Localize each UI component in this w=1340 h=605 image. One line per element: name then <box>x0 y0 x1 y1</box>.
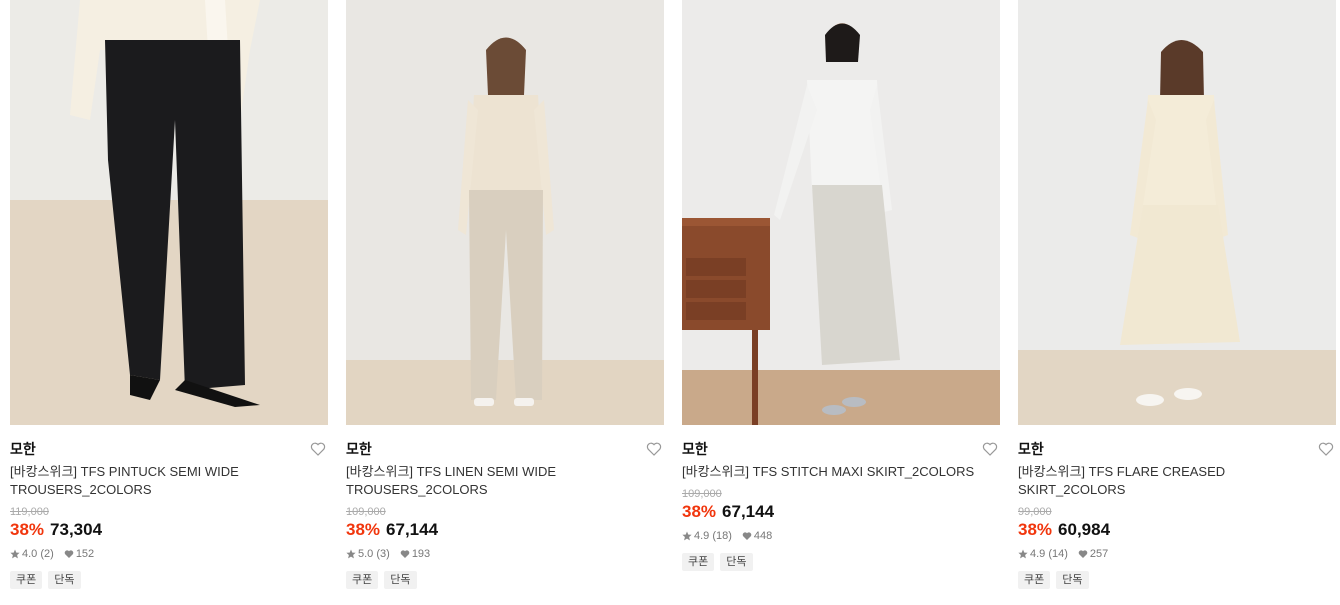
heart-outline-icon[interactable] <box>1318 441 1334 457</box>
original-price: 109,000 <box>346 506 386 518</box>
sale-price: 73,304 <box>50 520 103 539</box>
heart-filled-icon <box>742 531 752 541</box>
heart-outline-icon[interactable] <box>982 441 998 457</box>
heart-outline-icon[interactable] <box>646 441 662 457</box>
like-count: 257 <box>1089 548 1109 560</box>
product-meta: 4.9 (14) 257 <box>1018 547 1336 561</box>
tag-coupon: 쿠폰 <box>10 571 43 589</box>
product-name[interactable]: [바캉스위크] TFS LINEN SEMI WIDE TROUSERS_2CO… <box>346 463 664 499</box>
discount-rate: 38% <box>1018 520 1053 539</box>
star-icon <box>346 549 356 559</box>
star-icon <box>1018 549 1028 559</box>
tag-list: 쿠폰 단독 <box>682 553 1000 571</box>
rating-value: 4.0 <box>22 548 38 560</box>
product-card[interactable]: 모한 [바캉스위크] TFS FLARE CREASED SKIRT_2COLO… <box>1018 0 1336 589</box>
star-icon <box>10 549 20 559</box>
original-price: 109,000 <box>682 488 722 500</box>
product-name[interactable]: [바캉스위크] TFS FLARE CREASED SKIRT_2COLORS <box>1018 463 1336 499</box>
review-count: (14) <box>1048 548 1068 560</box>
heart-filled-icon <box>400 549 410 559</box>
price-row: 38% 73,304 <box>10 519 328 541</box>
product-card[interactable]: 모한 [바캉스위크] TFS STITCH MAXI SKIRT_2COLORS… <box>682 0 1000 571</box>
tag-list: 쿠폰 단독 <box>346 571 664 589</box>
original-price: 99,000 <box>1018 506 1052 518</box>
like-count: 193 <box>411 548 431 560</box>
review-count: (2) <box>40 548 54 560</box>
product-meta: 4.0 (2) 152 <box>10 547 328 561</box>
sale-price: 60,984 <box>1058 520 1111 539</box>
tag-coupon: 쿠폰 <box>1018 571 1051 589</box>
original-price: 119,000 <box>10 506 49 518</box>
brand-name[interactable]: 모한 <box>1018 440 1336 458</box>
heart-filled-icon <box>64 549 74 559</box>
heart-filled-icon <box>1078 549 1088 559</box>
brand-name[interactable]: 모한 <box>10 440 328 458</box>
tag-exclusive: 단독 <box>1056 571 1089 589</box>
tag-coupon: 쿠폰 <box>346 571 379 589</box>
brand-name[interactable]: 모한 <box>682 440 1000 458</box>
product-image[interactable] <box>346 0 664 425</box>
like-count: 448 <box>753 530 773 542</box>
heart-outline-icon[interactable] <box>310 441 326 457</box>
discount-rate: 38% <box>346 520 381 539</box>
product-card[interactable]: 모한 [바캉스위크] TFS LINEN SEMI WIDE TROUSERS_… <box>346 0 664 589</box>
review-count: (18) <box>712 530 732 542</box>
tag-exclusive: 단독 <box>48 571 81 589</box>
product-name[interactable]: [바캉스위크] TFS STITCH MAXI SKIRT_2COLORS <box>682 463 1000 481</box>
sale-price: 67,144 <box>386 520 439 539</box>
tag-coupon: 쿠폰 <box>682 553 715 571</box>
discount-rate: 38% <box>10 520 45 539</box>
tag-exclusive: 단독 <box>384 571 417 589</box>
tag-list: 쿠폰 단독 <box>1018 571 1336 589</box>
rating-value: 4.9 <box>1030 548 1046 560</box>
like-count: 152 <box>75 548 95 560</box>
review-count: (3) <box>376 548 390 560</box>
product-image[interactable] <box>10 0 328 425</box>
price-row: 38% 67,144 <box>682 501 1000 523</box>
tag-exclusive: 단독 <box>720 553 753 571</box>
rating-value: 5.0 <box>358 548 374 560</box>
sale-price: 67,144 <box>722 502 775 521</box>
rating-value: 4.9 <box>694 530 710 542</box>
brand-name[interactable]: 모한 <box>346 440 664 458</box>
product-name[interactable]: [바캉스위크] TFS PINTUCK SEMI WIDE TROUSERS_2… <box>10 463 328 499</box>
product-meta: 5.0 (3) 193 <box>346 547 664 561</box>
price-row: 38% 67,144 <box>346 519 664 541</box>
product-image[interactable] <box>1018 0 1336 425</box>
product-grid: 모한 [바캉스위크] TFS PINTUCK SEMI WIDE TROUSER… <box>0 0 1340 605</box>
product-meta: 4.9 (18) 448 <box>682 529 1000 543</box>
discount-rate: 38% <box>682 502 717 521</box>
price-row: 38% 60,984 <box>1018 519 1336 541</box>
product-card[interactable]: 모한 [바캉스위크] TFS PINTUCK SEMI WIDE TROUSER… <box>10 0 328 589</box>
tag-list: 쿠폰 단독 <box>10 571 328 589</box>
product-image[interactable] <box>682 0 1000 425</box>
star-icon <box>682 531 692 541</box>
